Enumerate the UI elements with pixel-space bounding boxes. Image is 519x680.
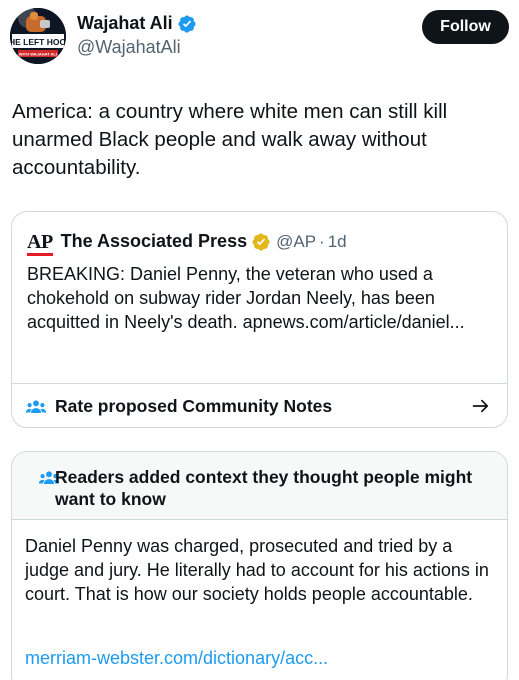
quoted-meta: @AP · 1d bbox=[276, 232, 347, 252]
community-note-link[interactable]: merriam-webster.com/dictionary/acc... bbox=[25, 648, 328, 669]
community-note: Readers added context they thought peopl… bbox=[11, 451, 508, 680]
rate-notes-label: Rate proposed Community Notes bbox=[55, 396, 333, 416]
quoted-author-name: The Associated Press bbox=[60, 231, 248, 251]
quoted-handle: @AP bbox=[276, 231, 317, 251]
avatar-image: THE LEFT HOOK WITH WAJAHAT ALI bbox=[10, 8, 66, 64]
quoted-tweet-header: AP The Associated Press @AP · 1d bbox=[27, 230, 347, 256]
meta-separator: · bbox=[319, 231, 325, 251]
tweet-text: America: a country where white men can s… bbox=[12, 100, 448, 179]
follow-button[interactable]: Follow bbox=[422, 10, 509, 44]
community-note-body: Daniel Penny was charged, prosecuted and… bbox=[25, 536, 489, 604]
avatar[interactable]: THE LEFT HOOK WITH WAJAHAT ALI bbox=[10, 8, 66, 64]
name-row: Wajahat Ali bbox=[77, 13, 197, 34]
people-icon bbox=[25, 399, 47, 413]
quoted-time: 1d bbox=[327, 231, 347, 251]
community-note-header: Readers added context they thought peopl… bbox=[12, 452, 507, 520]
avatar-sub-text: WITH WAJAHAT ALI bbox=[19, 52, 57, 57]
tweet-header: THE LEFT HOOK WITH WAJAHAT ALI Wajahat A… bbox=[10, 8, 509, 68]
quoted-tweet[interactable]: AP The Associated Press @AP · 1d BREAKING:… bbox=[11, 211, 508, 428]
arrow-right-icon bbox=[472, 399, 489, 413]
community-note-title: Readers added context they thought peopl… bbox=[55, 467, 473, 509]
quoted-tweet-text: BREAKING: Daniel Penny, the veteran who … bbox=[27, 264, 465, 332]
author-name[interactable]: Wajahat Ali bbox=[77, 13, 173, 34]
verified-badge-icon bbox=[178, 14, 196, 33]
avatar-brand-text: THE LEFT HOOK bbox=[10, 37, 66, 47]
gold-verified-badge-icon bbox=[252, 232, 270, 251]
rate-community-notes-button[interactable]: Rate proposed Community Notes bbox=[12, 383, 507, 427]
author-handle[interactable]: @WajahatAli bbox=[77, 37, 181, 58]
ap-logo: AP bbox=[27, 230, 53, 256]
